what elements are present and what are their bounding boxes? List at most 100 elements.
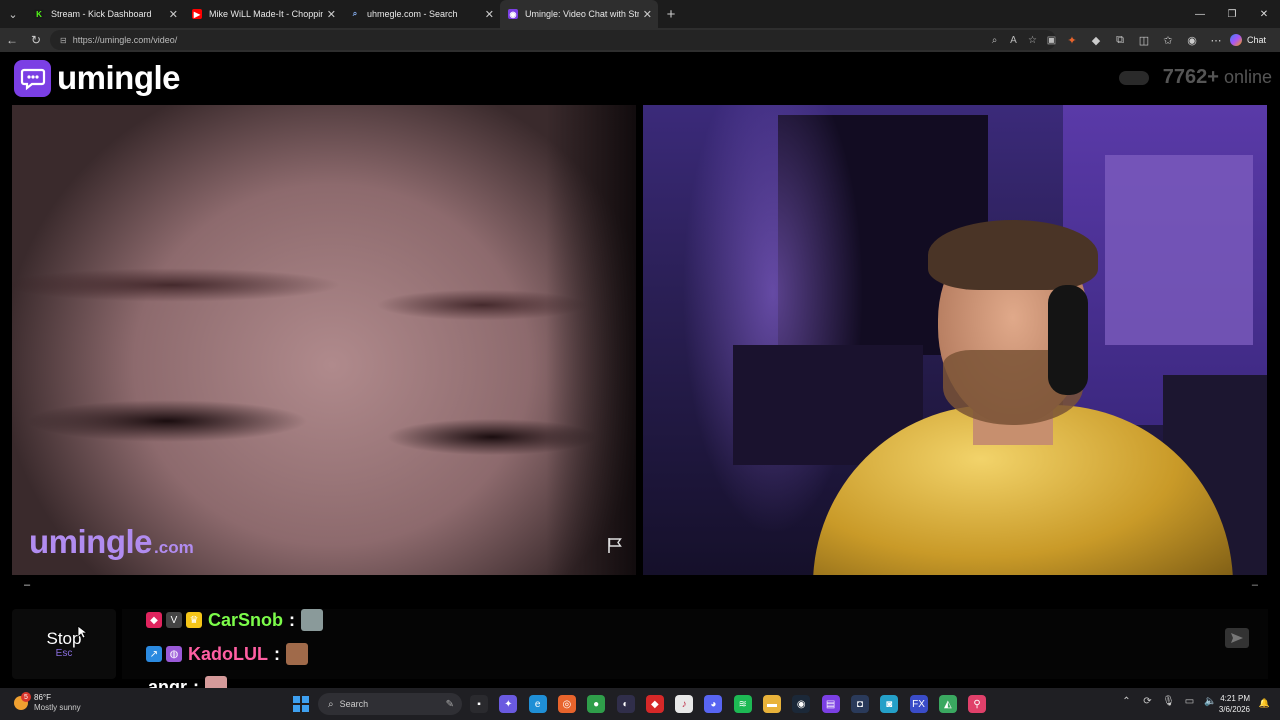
camera-icon[interactable]: ▣ bbox=[1042, 35, 1061, 46]
profile-avatar-icon[interactable]: ◉ bbox=[1180, 34, 1204, 47]
online-toggle[interactable] bbox=[1118, 70, 1149, 85]
chat-username[interactable]: CarSnob bbox=[208, 610, 283, 631]
file-explorer-icon[interactable]: ▪ bbox=[470, 695, 488, 713]
copilot-chat-button[interactable]: Chat bbox=[1230, 31, 1266, 49]
chat-username[interactable]: KadoLUL bbox=[188, 644, 268, 665]
notification-bell-icon[interactable]: 🔔 bbox=[1259, 698, 1270, 709]
extension-diamond-icon[interactable]: ◆ bbox=[1084, 34, 1108, 47]
clock[interactable]: 4:21 PM 3/6/2026 bbox=[1219, 693, 1250, 715]
windows-start-icon[interactable] bbox=[293, 696, 309, 712]
taskbar-search-label: Search bbox=[339, 699, 369, 709]
tab-actions-menu-icon[interactable]: ⌄ bbox=[0, 0, 26, 28]
stranger-video: umingle .com bbox=[12, 105, 636, 575]
firefox-icon[interactable]: ◎ bbox=[557, 695, 576, 713]
obs-icon[interactable]: ◐ bbox=[616, 695, 635, 713]
tray-sync-icon[interactable]: ⟳ bbox=[1137, 696, 1158, 707]
clock-date: 3/6/2026 bbox=[1218, 705, 1250, 714]
tab-close-icon[interactable]: ✕ bbox=[643, 8, 652, 21]
mouse-cursor-icon bbox=[77, 625, 87, 639]
spotify-icon[interactable]: ≋ bbox=[733, 695, 752, 713]
address-actions: ⌕ A ☆ ▣ bbox=[985, 28, 1061, 52]
zoom-icon[interactable]: ⌕ bbox=[985, 35, 1004, 46]
chat-separator: : bbox=[274, 643, 280, 664]
back-icon[interactable]: ← bbox=[0, 28, 24, 52]
video-watermark: umingle .com bbox=[29, 523, 194, 561]
url-field[interactable]: ⊟ https://umingle.com/video/ bbox=[50, 30, 1056, 50]
fx-icon[interactable]: FX bbox=[909, 695, 928, 713]
microphone-icon[interactable]: 🎙 bbox=[1158, 696, 1179, 707]
tab-close-icon[interactable]: ✕ bbox=[169, 8, 178, 21]
weather-widget[interactable]: 5 86°F Mostly sunny bbox=[14, 692, 81, 713]
more-menu-icon[interactable]: ⋯ bbox=[1204, 34, 1228, 47]
search-icon: ⌕ bbox=[328, 698, 334, 710]
video-shadow bbox=[546, 105, 636, 575]
arrow-badge-icon: ↗ bbox=[146, 646, 162, 662]
maps-icon[interactable]: ◭ bbox=[938, 695, 957, 713]
discord-icon[interactable]: ◕ bbox=[704, 695, 723, 713]
clock-time: 4:21 PM bbox=[1220, 694, 1250, 703]
tabs-container: K Stream - Kick Dashboard ✕ ▶ Mike WiLL Made… bbox=[26, 0, 658, 28]
report-flag-icon[interactable] bbox=[606, 536, 624, 554]
chat-message: ◆ V ♛ CarSnob: bbox=[146, 608, 324, 632]
close-window-icon[interactable]: ✕ bbox=[1248, 0, 1280, 28]
self-video bbox=[643, 105, 1267, 575]
browser-tab[interactable]: ◉ Umingle: Video Chat with Stra ✕ bbox=[500, 0, 658, 28]
collapse-left-icon[interactable]: – bbox=[24, 579, 30, 591]
shield-icon: V bbox=[166, 612, 182, 628]
folder-icon[interactable]: ▬ bbox=[763, 695, 781, 713]
online-label: online bbox=[1223, 67, 1272, 87]
screen: ⌄ K Stream - Kick Dashboard ✕ ▶ Mike WiLL Ma… bbox=[0, 0, 1280, 720]
watermark-suffix: .com bbox=[154, 538, 194, 557]
tab-favicon-icon: ▶ bbox=[192, 9, 202, 19]
stop-button[interactable]: Stop Esc bbox=[12, 609, 116, 679]
site-logo[interactable]: umingle bbox=[14, 59, 181, 97]
collapse-right-icon[interactable]: – bbox=[1252, 579, 1258, 591]
browser-tab[interactable]: ⌕ uhmegle.com - Search ✕ bbox=[342, 0, 500, 28]
browser-tab[interactable]: ▶ Mike WiLL Made-It - Choppin' Bla ✕ bbox=[184, 0, 342, 28]
edge-icon[interactable]: e bbox=[528, 695, 547, 713]
editor-icon[interactable]: ▤ bbox=[821, 695, 840, 713]
tab-favicon-icon: ◉ bbox=[508, 9, 518, 19]
tray-chevron-icon[interactable]: ⌃ bbox=[1116, 696, 1137, 707]
chat-box[interactable]: ◆ V ♛ CarSnob: ↗ ◍ KadoLUL: angr: bbox=[122, 608, 1268, 698]
window-controls: — ❐ ✕ bbox=[1184, 0, 1280, 28]
weather-badge: 5 bbox=[21, 692, 31, 702]
music-icon[interactable]: ♪ bbox=[675, 695, 694, 713]
favorite-star-icon[interactable]: ☆ bbox=[1023, 35, 1042, 46]
split-screen-icon[interactable]: ◫ bbox=[1132, 34, 1156, 47]
browser-tab[interactable]: K Stream - Kick Dashboard ✕ bbox=[26, 0, 184, 28]
umingle-page: umingle 7762+ online umingle .com – – St… bbox=[0, 52, 1280, 698]
online-indicator: 7762+ online bbox=[1118, 66, 1272, 89]
app-dark-icon[interactable]: ◘ bbox=[850, 695, 869, 713]
favorites-icon[interactable]: ✩ bbox=[1156, 34, 1180, 47]
copilot-label: Chat bbox=[1247, 35, 1267, 45]
chat-emote-icon bbox=[286, 643, 308, 665]
system-tray: ⌃ ⟳ 🎙 ▭ 🔈 bbox=[1116, 696, 1221, 707]
minimize-icon[interactable]: — bbox=[1184, 0, 1216, 28]
display-icon[interactable]: ▭ bbox=[1179, 696, 1200, 707]
extensions-icon[interactable]: ⧉ bbox=[1108, 34, 1132, 47]
copilot-icon[interactable]: ✦ bbox=[499, 695, 518, 713]
tab-favicon-icon: ⌕ bbox=[350, 9, 360, 19]
pin-icon[interactable]: ⚲ bbox=[968, 695, 987, 713]
tab-title: uhmegle.com - Search bbox=[367, 9, 458, 19]
chat-emote-icon bbox=[301, 609, 324, 631]
send-icon[interactable] bbox=[1224, 627, 1250, 649]
read-aloud-icon[interactable]: A bbox=[1004, 35, 1023, 46]
chat-message: ↗ ◍ KadoLUL: bbox=[146, 642, 308, 666]
site-info-icon[interactable]: ⊟ bbox=[60, 36, 67, 45]
maximize-icon[interactable]: ❐ bbox=[1216, 0, 1248, 28]
tab-close-icon[interactable]: ✕ bbox=[485, 8, 494, 21]
refresh-icon[interactable]: ↻ bbox=[24, 28, 48, 52]
taskbar-search[interactable]: ⌕ Search ✎ bbox=[318, 693, 462, 715]
volume-icon[interactable]: 🔈 bbox=[1200, 696, 1221, 707]
weather-desc: Mostly sunny bbox=[34, 703, 81, 712]
steam-icon[interactable]: ◉ bbox=[792, 695, 811, 713]
tab-close-icon[interactable]: ✕ bbox=[327, 8, 336, 21]
app-blue-icon[interactable]: ◙ bbox=[880, 695, 899, 713]
url-text: https://umingle.com/video/ bbox=[72, 35, 178, 45]
new-tab-button[interactable]: + bbox=[658, 6, 684, 23]
chrome-icon[interactable]: ● bbox=[587, 695, 606, 713]
extension-puzzle-icon[interactable]: ✦ bbox=[1060, 34, 1084, 47]
video-app-icon[interactable]: ◆ bbox=[645, 695, 664, 713]
